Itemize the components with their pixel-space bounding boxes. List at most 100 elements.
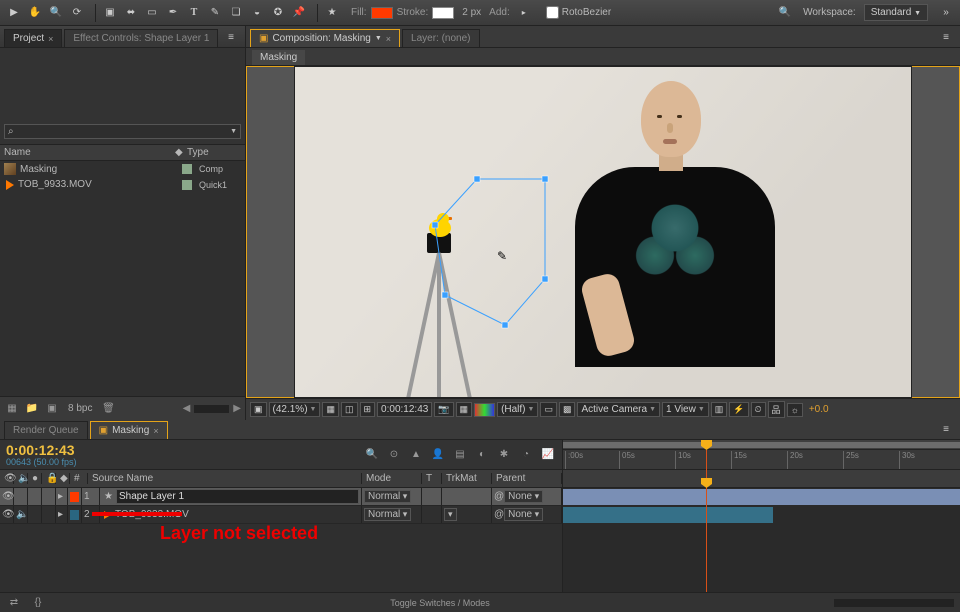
search-help-icon[interactable]: 🔍 <box>775 3 795 23</box>
project-item-comp[interactable]: Masking Comp <box>0 161 245 177</box>
stroke-swatch[interactable] <box>432 7 454 19</box>
bpc-toggle[interactable]: 8 bpc <box>64 403 96 414</box>
timecode-block[interactable]: 0:00:12:43 00643 (50.00 fps) <box>6 443 77 467</box>
trkmat-dropdown[interactable] <box>442 488 492 505</box>
res-grid-icon[interactable]: ▦ <box>322 402 339 417</box>
lock-toggle[interactable] <box>42 488 56 505</box>
close-icon[interactable]: × <box>386 34 391 44</box>
rotate-tool-icon[interactable]: ⟳ <box>67 3 87 23</box>
graph-editor-icon[interactable]: 📈 <box>540 447 556 463</box>
lock-column-icon[interactable]: 🔒 <box>42 473 56 484</box>
shape-preset-icon[interactable]: ★ <box>322 3 342 23</box>
selection-tool-icon[interactable]: ▶ <box>4 3 24 23</box>
viewer-canvas[interactable]: ✎ <box>246 66 960 398</box>
solo-toggle[interactable] <box>28 488 42 505</box>
rotobezier-checkbox[interactable] <box>546 6 559 19</box>
clone-tool-icon[interactable]: ❏ <box>226 3 246 23</box>
viewer-subtab[interactable]: Masking <box>252 50 305 65</box>
pickwhip-icon[interactable]: @ <box>494 509 504 520</box>
chevron-right-icon[interactable]: » <box>936 3 956 23</box>
camera-dropdown[interactable]: Active Camera▼ <box>577 402 660 417</box>
timeline-tracks[interactable] <box>563 488 960 592</box>
source-name-column[interactable]: Source Name <box>88 473 362 484</box>
tab-composition[interactable]: ▣ Composition: Masking ▼ × <box>250 29 400 47</box>
tab-layer[interactable]: Layer: (none) <box>402 29 479 47</box>
panel-menu-icon[interactable]: ≡ <box>936 27 956 47</box>
autokf-icon[interactable]: ◔ <box>518 447 534 463</box>
audio-toggle[interactable]: 🔈 <box>14 506 28 523</box>
zoom-tool-icon[interactable]: 🔍 <box>46 3 66 23</box>
delete-icon[interactable]: 🗑 <box>100 401 116 417</box>
mode-dropdown[interactable]: Normal ▾ <box>364 490 411 503</box>
tab-render-queue[interactable]: Render Queue <box>4 421 88 439</box>
type-tool-icon[interactable]: T <box>184 3 204 23</box>
brush-tool-icon[interactable]: ✎ <box>205 3 225 23</box>
chevron-down-icon[interactable]: ▼ <box>230 128 237 135</box>
scroll-left-icon[interactable]: ◀ <box>183 403 191 414</box>
hide-shy-icon[interactable]: 👤 <box>430 447 446 463</box>
eraser-tool-icon[interactable]: ◒ <box>247 3 267 23</box>
mode-column[interactable]: Mode <box>362 473 422 484</box>
preserve-transparency[interactable] <box>422 506 442 523</box>
color-mgmt-icon[interactable]: rgb <box>474 403 495 417</box>
solo-toggle[interactable] <box>28 506 42 523</box>
video-column-icon[interactable]: 👁 <box>0 473 14 484</box>
comp-mini-flowchart-icon[interactable]: ⊙ <box>386 447 402 463</box>
brainstorm-icon[interactable]: ✱ <box>496 447 512 463</box>
layer-row[interactable]: 👁 ▸ 1 ★ Normal ▾ @ None ▾ <box>0 488 562 506</box>
frame-blend-icon[interactable]: ▤ <box>452 447 468 463</box>
workspace-dropdown[interactable]: Standard ▼ <box>864 4 928 21</box>
pixel-aspect-icon[interactable]: ▥ <box>711 402 728 417</box>
draft3d-icon[interactable]: ▲ <box>408 447 424 463</box>
reset-exposure-icon[interactable]: ☼ <box>787 403 803 417</box>
index-column[interactable]: # <box>70 473 88 484</box>
scroll-right-icon[interactable]: ▶ <box>233 403 241 414</box>
toggle-switches-icon[interactable]: ⇄ <box>6 595 22 611</box>
close-icon[interactable]: × <box>153 426 158 436</box>
label-color[interactable] <box>70 510 79 520</box>
always-preview-toggle[interactable]: ▣ <box>250 402 267 417</box>
label-color[interactable] <box>70 492 79 502</box>
tab-masking-timeline[interactable]: ▣ Masking × <box>90 421 168 439</box>
stroke-width-field[interactable]: 2 px <box>458 7 485 18</box>
parent-dropdown[interactable]: None ▾ <box>504 508 543 521</box>
layer-row[interactable]: 👁 🔈 ▸ 2 TOB_9933.MOV Normal ▾ ▾ @ None ▾ <box>0 506 562 524</box>
panel-menu-icon[interactable]: ≡ <box>221 27 241 47</box>
project-search-input[interactable] <box>14 126 230 137</box>
twirl-icon[interactable]: ▸ <box>56 506 68 523</box>
parent-column[interactable]: Parent <box>492 473 562 484</box>
close-icon[interactable]: × <box>48 34 53 44</box>
timeline-ruler[interactable]: :00s 05s 10s 15s 20s 25s 30s <box>563 440 960 470</box>
new-comp-icon[interactable]: ▣ <box>44 401 60 417</box>
layer-bar-video[interactable] <box>563 507 773 523</box>
camera-tool-icon[interactable]: ▣ <box>100 3 120 23</box>
guides-icon[interactable]: ⊞ <box>360 402 376 417</box>
views-dropdown[interactable]: 1 View▼ <box>662 402 709 417</box>
pan-behind-tool-icon[interactable]: ⬌ <box>121 3 141 23</box>
t-column[interactable]: T <box>422 473 442 484</box>
work-area-bar[interactable] <box>563 440 960 450</box>
channel-icon[interactable]: ▦ <box>456 402 473 417</box>
layer-bar-shape[interactable] <box>563 489 960 505</box>
rotobezier-toggle[interactable]: RotoBezier <box>546 6 611 19</box>
snapshot-icon[interactable]: 📷 <box>434 402 453 417</box>
timeline-icon[interactable]: ⏲ <box>751 402 766 417</box>
preserve-transparency[interactable] <box>422 488 442 505</box>
hand-tool-icon[interactable]: ✋ <box>25 3 45 23</box>
timecode-display[interactable]: 0:00:12:43 <box>377 402 432 417</box>
fill-swatch[interactable] <box>371 7 393 19</box>
flowchart-icon[interactable]: 品 <box>768 401 785 418</box>
trkmat-column[interactable]: TrkMat <box>442 473 492 484</box>
mask-vis-icon[interactable]: ◫ <box>341 402 358 417</box>
video-toggle[interactable]: 👁 <box>0 488 14 505</box>
add-dropdown-icon[interactable]: ▸ <box>514 3 534 23</box>
audio-toggle[interactable] <box>14 488 28 505</box>
lock-toggle[interactable] <box>42 506 56 523</box>
tab-project[interactable]: Project × <box>4 29 62 47</box>
motion-blur-icon[interactable]: ◐ <box>474 447 490 463</box>
roi-icon[interactable]: ▭ <box>540 402 557 417</box>
parent-dropdown[interactable]: None ▾ <box>504 490 543 503</box>
column-type[interactable]: Type <box>187 147 241 158</box>
tab-effect-controls[interactable]: Effect Controls: Shape Layer 1 <box>64 29 218 47</box>
puppet-tool-icon[interactable]: 📌 <box>289 3 309 23</box>
